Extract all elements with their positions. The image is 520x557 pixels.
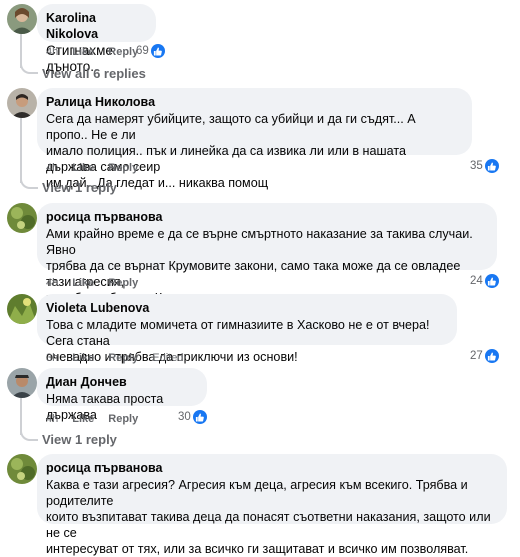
- comment-author[interactable]: росица първанова: [46, 209, 485, 225]
- thread-connector: [20, 427, 38, 441]
- comment-bubble: росица първанова Ами крайно време е да с…: [37, 203, 497, 305]
- like-thumb-icon: [484, 349, 499, 363]
- like-button[interactable]: Like: [72, 45, 94, 59]
- comment-actions: 4h Like Reply: [46, 161, 138, 175]
- comment-timestamp[interactable]: 4h: [46, 276, 58, 290]
- comment-text-line: Каква е тази агресия? Агресия към деца, …: [46, 478, 468, 508]
- comment-timestamp[interactable]: 3h: [46, 351, 58, 365]
- reaction-count-value: 35: [470, 160, 483, 172]
- comment-text-line: Сега да намерят убийците, защото са убий…: [46, 112, 416, 142]
- reaction-count-value: 69: [136, 45, 149, 57]
- comment-text-line: които възпитават такива деца да понасят …: [46, 510, 491, 540]
- comment-author[interactable]: росица първанова: [46, 460, 495, 476]
- edited-label[interactable]: Edited: [152, 351, 183, 365]
- comment-bubble: Violeta Lubenova Това с младите момичета…: [37, 294, 457, 364]
- reaction-count[interactable]: 27: [470, 349, 499, 363]
- comment-text: Сега да намерят убийците, защото са убий…: [46, 111, 460, 191]
- avatar[interactable]: [7, 294, 37, 324]
- avatar[interactable]: [7, 454, 37, 484]
- reply-button[interactable]: Reply: [108, 161, 138, 175]
- avatar[interactable]: [7, 4, 37, 34]
- like-button[interactable]: Like: [72, 412, 94, 426]
- comment-bubble: Диан Дончев Няма такава проста държава: [37, 368, 207, 422]
- comment-timestamp[interactable]: 4h: [46, 412, 58, 426]
- comment-timestamp[interactable]: 4h: [46, 161, 58, 175]
- reaction-count[interactable]: 35: [470, 159, 499, 173]
- like-button[interactable]: Like: [72, 161, 94, 175]
- comment-actions: 3h Like Reply Edited: [46, 351, 183, 365]
- comment-timestamp[interactable]: 4h: [46, 45, 58, 59]
- comment-bubble: Karolina Nikolova Стигнахме дъното..: [37, 4, 156, 74]
- avatar[interactable]: [7, 368, 37, 398]
- view-replies-link[interactable]: View 1 reply: [42, 180, 117, 195]
- comment-text-line: Ами крайно време е да се върне смъртното…: [46, 227, 473, 257]
- comment-actions: 4h Like Reply: [46, 276, 138, 290]
- comment-author[interactable]: Karolina Nikolova: [46, 10, 144, 42]
- like-button[interactable]: Like: [72, 351, 94, 365]
- reaction-count[interactable]: 69: [136, 44, 165, 58]
- reaction-count[interactable]: 30: [178, 410, 207, 424]
- thread-connector: [20, 60, 38, 74]
- reply-button[interactable]: Reply: [108, 276, 138, 290]
- thread-line: [20, 115, 22, 183]
- thread-connector: [20, 175, 38, 189]
- comment-author[interactable]: Ралица Николова: [46, 94, 460, 110]
- comment-text-line: Това с младите момичета от гимназиите в …: [46, 318, 430, 348]
- comment-actions: 4h Like Reply: [46, 412, 138, 426]
- comment-author[interactable]: Диан Дончев: [46, 374, 195, 390]
- avatar[interactable]: [7, 88, 37, 118]
- reaction-count-value: 24: [470, 275, 483, 287]
- reaction-count-value: 27: [470, 350, 483, 362]
- like-thumb-icon: [192, 410, 207, 424]
- view-replies-link[interactable]: View 1 reply: [42, 432, 117, 447]
- view-replies-link[interactable]: View all 6 replies: [42, 66, 146, 81]
- reply-button[interactable]: Reply: [108, 351, 138, 365]
- like-thumb-icon: [484, 159, 499, 173]
- comment-actions: 4h Like Reply: [46, 45, 138, 59]
- avatar[interactable]: [7, 203, 37, 233]
- reply-button[interactable]: Reply: [108, 45, 138, 59]
- like-thumb-icon: [484, 274, 499, 288]
- comment-bubble: Ралица Николова Сега да намерят убийците…: [37, 88, 472, 190]
- comment-text-line: интересуват от тях, или за всичко ги защ…: [46, 542, 469, 556]
- comment-author[interactable]: Violeta Lubenova: [46, 300, 445, 316]
- reaction-count[interactable]: 24: [470, 274, 499, 288]
- like-button[interactable]: Like: [72, 276, 94, 290]
- reaction-count-value: 30: [178, 411, 191, 423]
- like-thumb-icon: [150, 44, 165, 58]
- reply-button[interactable]: Reply: [108, 412, 138, 426]
- comment-text: Каква е тази агресия? Агресия към деца, …: [46, 477, 495, 557]
- comment-bubble: росица първанова Каква е тази агресия? А…: [37, 454, 507, 556]
